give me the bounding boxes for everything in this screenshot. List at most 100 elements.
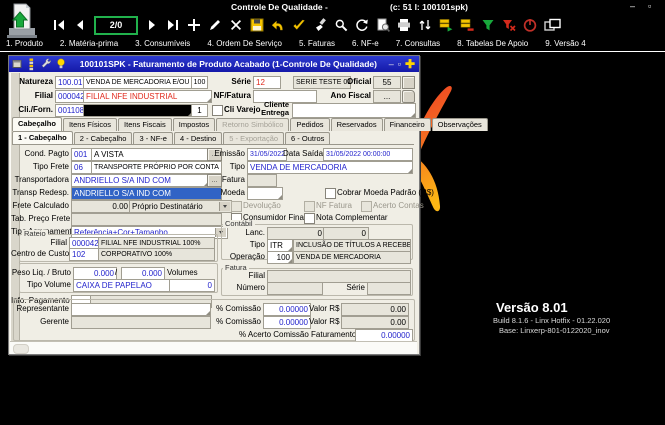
frete-tipo-dropdown[interactable]: Próprio Destinatário bbox=[129, 200, 232, 213]
filial-desc-field[interactable]: FILIAL NFE INDUSTRIAL bbox=[83, 90, 212, 103]
app-title: Controle De Qualidade - bbox=[231, 2, 328, 12]
pc-comissao-2-field[interactable]: 0.00000 bbox=[263, 316, 311, 329]
cascade-windows-icon[interactable] bbox=[544, 18, 562, 32]
transp-redesp-label: Transp Redesp. bbox=[11, 187, 69, 198]
pc-comissao-1-field[interactable]: 0.00000 bbox=[263, 303, 311, 316]
cli-forn-qty-field[interactable]: 1 bbox=[191, 104, 208, 117]
menu-item-consumiveis[interactable]: 3. Consumíveis bbox=[135, 39, 190, 48]
wrench-icon[interactable] bbox=[40, 58, 52, 70]
next-record-icon[interactable] bbox=[145, 18, 159, 32]
subtab-1-cabecalho[interactable]: 1 - Cabeçalho bbox=[12, 131, 73, 145]
tab-preco-frete-field bbox=[71, 213, 222, 226]
tab-cabecalho[interactable]: Cabeçalho bbox=[12, 117, 62, 131]
search-icon[interactable] bbox=[334, 18, 348, 32]
filter-clear-icon[interactable] bbox=[502, 18, 516, 32]
filial-code-field[interactable]: 000042 bbox=[55, 90, 85, 103]
sort-icon[interactable] bbox=[418, 18, 432, 32]
save-icon[interactable] bbox=[250, 18, 264, 32]
representante-field[interactable] bbox=[71, 303, 211, 316]
delete-record-icon[interactable] bbox=[229, 18, 243, 32]
confirm-icon[interactable] bbox=[292, 18, 306, 32]
tipo-volume-label: Tipo Volume bbox=[11, 279, 71, 290]
valor-1-field: 0.00 bbox=[341, 303, 409, 316]
menu-item-versao-4[interactable]: 9. Versão 4 bbox=[545, 39, 585, 48]
filter-icon[interactable] bbox=[481, 18, 495, 32]
operacao-code-field[interactable]: 100 bbox=[267, 251, 293, 264]
cli-forn-name-field-redacted[interactable] bbox=[83, 104, 193, 117]
devolucao-checkbox bbox=[231, 201, 242, 212]
app-minimize-button[interactable]: – bbox=[630, 1, 635, 11]
system-menu-icon[interactable] bbox=[12, 59, 23, 70]
data-saida-field[interactable]: 31/05/2022 00:00:00 bbox=[323, 148, 413, 161]
tab-financeiro[interactable]: Financeiro bbox=[384, 118, 431, 131]
tab-reservados[interactable]: Reservados bbox=[331, 118, 383, 131]
natureza-extra-field[interactable]: 100 bbox=[191, 76, 208, 89]
cli-varejo-checkbox[interactable] bbox=[212, 105, 223, 116]
edit-record-icon[interactable] bbox=[208, 18, 222, 32]
oficial-browse-button[interactable] bbox=[402, 76, 415, 89]
frete-tipo-dropdown-arrow-icon[interactable] bbox=[219, 202, 230, 211]
refresh-icon[interactable] bbox=[355, 18, 369, 32]
contabil-tipo-label: Tipo bbox=[225, 239, 265, 250]
exit-icon[interactable] bbox=[523, 18, 537, 32]
natureza-desc-field[interactable]: VENDA DE MERCADORIA E/OU SERVI bbox=[83, 76, 193, 89]
tab-itens-fiscais[interactable]: Itens Fiscais bbox=[118, 118, 172, 131]
serie-code-field[interactable]: 12 bbox=[253, 76, 281, 89]
lightbulb-icon[interactable] bbox=[56, 58, 66, 70]
cliente-entrega-field[interactable] bbox=[292, 103, 416, 118]
status-pill bbox=[13, 344, 29, 354]
menu-item-tabelas-de-apoio[interactable]: 8. Tabelas De Apoio bbox=[457, 39, 528, 48]
tab-preco-frete-label: Tab. Preço Frete bbox=[11, 213, 69, 224]
centro-custo-desc-field: CORPORATIVO 100% bbox=[98, 248, 215, 261]
last-record-icon[interactable] bbox=[166, 18, 180, 32]
transp-redesp-field[interactable]: ANDRIELLO S/A IND COM bbox=[71, 187, 222, 200]
app-maximize-button[interactable]: ▫ bbox=[648, 1, 651, 11]
undo-icon[interactable] bbox=[271, 18, 285, 32]
nf-fatura-checkbox-label: NF Fatura bbox=[316, 200, 352, 211]
tab-itens-fisicos[interactable]: Itens Físicos bbox=[63, 118, 117, 131]
tipo-field[interactable]: VENDA DE MERCADORIA bbox=[247, 161, 413, 174]
cond-pagto-desc-field[interactable]: A VISTA bbox=[91, 148, 211, 161]
cli-forn-code-field[interactable]: 001108 bbox=[55, 104, 85, 117]
grid-add-icon[interactable] bbox=[439, 18, 453, 32]
nota-complementar-checkbox[interactable] bbox=[304, 213, 315, 224]
window-titlebar[interactable]: 100101SPK - Faturamento de Produto Acaba… bbox=[9, 56, 419, 72]
tipo-volume-field[interactable]: CAIXA DE PAPELAO bbox=[73, 279, 171, 292]
app-logo-icon bbox=[6, 2, 38, 45]
menu-item-materia-prima[interactable]: 2. Matéria-prima bbox=[60, 39, 118, 48]
numero-label: Número bbox=[225, 282, 265, 293]
window-close-button[interactable]: ✚ bbox=[405, 58, 415, 70]
transportadora-field[interactable]: ANDRIELLO S/A IND COM bbox=[71, 174, 209, 187]
cobrar-moeda-checkbox[interactable] bbox=[325, 188, 336, 199]
devolucao-label: Devolução bbox=[243, 200, 281, 211]
window-minimize-button[interactable]: – bbox=[389, 58, 394, 70]
operacao-label: Operação bbox=[225, 251, 265, 262]
emissao-field[interactable]: 31/05/2022 bbox=[247, 148, 287, 161]
fatura-serie-field bbox=[367, 282, 411, 295]
menu-item-nfe[interactable]: 6. NF-e bbox=[352, 39, 379, 48]
print-icon[interactable] bbox=[397, 18, 411, 32]
gerente-field bbox=[71, 316, 211, 329]
menu-item-consultas[interactable]: 7. Consultas bbox=[396, 39, 440, 48]
menu-item-faturas[interactable]: 5. Faturas bbox=[299, 39, 335, 48]
grid-remove-icon[interactable] bbox=[460, 18, 474, 32]
print-preview-icon[interactable] bbox=[376, 18, 390, 32]
menu-item-ordem-de-servico[interactable]: 4. Ordem De Serviço bbox=[207, 39, 282, 48]
centro-custo-code-field[interactable]: 102 bbox=[69, 248, 99, 261]
oficial-field: 55 bbox=[373, 76, 401, 89]
add-record-icon[interactable] bbox=[187, 18, 201, 32]
tab-pedidos[interactable]: Pedidos bbox=[290, 118, 329, 131]
tab-impostos[interactable]: Impostos bbox=[173, 118, 215, 131]
ano-fiscal-browse-button[interactable] bbox=[402, 90, 415, 103]
clear-brush-icon[interactable] bbox=[313, 18, 327, 32]
first-record-icon[interactable] bbox=[52, 18, 66, 32]
stack-icon[interactable] bbox=[27, 58, 36, 71]
moeda-field[interactable] bbox=[247, 187, 283, 200]
volumes-field[interactable]: 0 bbox=[169, 279, 215, 292]
tab-observacoes[interactable]: Observações bbox=[432, 118, 488, 131]
acerto-contas-label: Acerto Contas bbox=[373, 200, 424, 211]
natureza-code-field[interactable]: 100.01 bbox=[55, 76, 85, 89]
window-maximize-button[interactable]: ▫ bbox=[398, 58, 401, 70]
previous-record-icon[interactable] bbox=[73, 18, 87, 32]
tipo-frete-desc-field[interactable]: TRANSPORTE PRÓPRIO POR CONTA D bbox=[91, 161, 222, 174]
